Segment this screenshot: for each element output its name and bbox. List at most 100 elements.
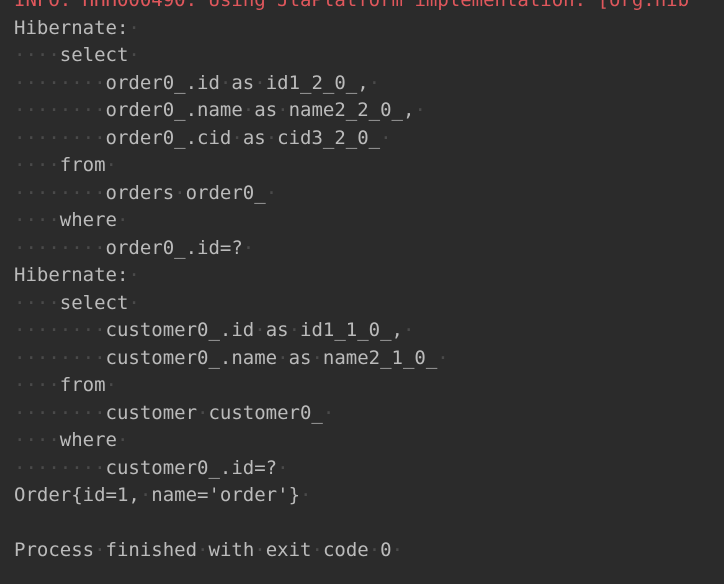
console-line: ····from· — [14, 152, 724, 180]
run-console-output[interactable]: INFO: HHH000490: Using JtaPlatform imple… — [0, 0, 724, 584]
trailing-space-dot: · — [380, 126, 392, 149]
console-line: ····select· — [14, 290, 724, 318]
text-token: order0_ — [185, 181, 266, 204]
indent-whitespace: ···· — [14, 374, 60, 396]
trailing-space-dot: · — [128, 44, 140, 66]
space-dot: · — [288, 319, 301, 341]
space-dot — [197, 0, 208, 11]
text-token: customer0_.name — [105, 346, 278, 369]
text-token: as — [265, 319, 289, 341]
text-token: customer0_.id=? — [105, 456, 278, 479]
console-line: ········order0_.name·as·name2_2_0_,· — [14, 97, 724, 125]
text-token: as — [254, 99, 278, 121]
console-line: Hibernate:· — [14, 15, 724, 43]
text-token: order0_.cid — [105, 126, 232, 149]
console-line: ········customer0_.id·as·id1_1_0_,· — [14, 317, 724, 345]
console-line: ····from· — [14, 372, 724, 400]
console-line: ········orders·order0_· — [14, 180, 724, 208]
text-token: 0 — [380, 539, 392, 561]
text-token: cid3_2_0_ — [277, 126, 381, 149]
trailing-space-dot: · — [242, 236, 255, 259]
text-token: order0_.id — [105, 71, 220, 94]
space-dot: · — [242, 99, 255, 121]
text-token: as — [288, 346, 312, 369]
indent-whitespace: ········ — [14, 99, 106, 121]
text-token: customer0_ — [208, 401, 323, 424]
space-dot: · — [94, 539, 106, 561]
text-token: Hibernate: — [14, 264, 129, 286]
text-token: JtaPlatform — [277, 0, 403, 11]
text-token: Using — [208, 0, 266, 11]
text-token: name2_2_0_, — [288, 99, 415, 121]
text-token: Hibernate: — [14, 16, 129, 39]
console-line: ········order0_.id·as·id1_2_0_,· — [14, 70, 724, 98]
text-token: INFO: — [14, 0, 72, 11]
space-dot: · — [277, 346, 289, 369]
trailing-space-dot: · — [105, 154, 117, 176]
trailing-space-dot: · — [368, 71, 381, 94]
indent-whitespace: ···· — [14, 44, 60, 66]
indent-whitespace: ········ — [14, 126, 106, 149]
indent-whitespace: ········ — [14, 236, 106, 259]
trailing-space-dot: · — [322, 401, 335, 424]
trailing-space-dot: · — [105, 374, 117, 396]
trailing-space-dot: · — [128, 264, 140, 286]
space-dot: · — [174, 181, 186, 204]
text-token: implementation: — [414, 0, 587, 11]
text-token: exit — [265, 539, 312, 561]
text-token: id1_1_0_, — [300, 319, 403, 341]
text-token: from — [59, 374, 106, 396]
trailing-space-dot: · — [437, 346, 449, 369]
text-token: order0_.id=? — [105, 236, 243, 259]
text-token: as — [242, 126, 266, 149]
text-token: code — [322, 539, 369, 561]
trailing-space-dot: · — [414, 99, 426, 121]
text-token: name='order'} — [151, 484, 301, 506]
space-dot: · — [254, 319, 266, 341]
console-line: ········customer·customer0_· — [14, 400, 724, 428]
indent-whitespace: ········ — [14, 71, 106, 94]
trailing-space-dot: · — [265, 181, 278, 204]
trailing-space-dot: · — [300, 484, 312, 506]
indent-whitespace: ········ — [14, 346, 106, 369]
trailing-space-dot: · — [128, 291, 140, 314]
space-dot: · — [231, 126, 243, 149]
space-dot: · — [368, 539, 381, 561]
text-token: as — [231, 71, 255, 94]
text-token: with — [208, 539, 255, 561]
console-info-line: INFO: HHH000490: Using JtaPlatform imple… — [14, 0, 724, 15]
text-token: Process — [14, 539, 95, 561]
space-dot: · — [139, 484, 152, 506]
text-token: where — [59, 209, 117, 231]
space-dot — [266, 0, 277, 11]
indent-whitespace: ········ — [14, 456, 106, 479]
console-line: ········order0_.cid·as·cid3_2_0_· — [14, 125, 724, 153]
text-token: orders — [105, 181, 175, 204]
console-line: ········order0_.id=?· — [14, 235, 724, 263]
indent-whitespace: ········ — [14, 401, 106, 424]
text-token: customer0_.id — [105, 319, 255, 341]
trailing-space-dot: · — [391, 539, 404, 561]
text-token: name2_1_0_ — [322, 346, 438, 369]
space-dot: · — [265, 126, 278, 149]
space-dot: · — [197, 539, 209, 561]
trailing-space-dot: · — [128, 16, 140, 39]
space-dot — [71, 0, 82, 11]
trailing-space-dot: · — [402, 319, 415, 341]
text-token: select — [59, 44, 129, 66]
text-token: from — [59, 154, 106, 176]
console-lines: INFO: HHH000490: Using JtaPlatform imple… — [14, 0, 724, 565]
text-token: customer — [105, 401, 198, 424]
text-token: HHH000490: — [82, 0, 198, 11]
indent-whitespace: ········ — [14, 181, 106, 204]
text-token: where — [59, 429, 117, 451]
indent-whitespace: ········ — [14, 319, 106, 341]
indent-whitespace: ···· — [14, 429, 60, 451]
console-line: ····where· — [14, 427, 724, 455]
space-dot — [403, 0, 414, 11]
text-token: [org.hib — [597, 0, 690, 11]
space-dot: · — [311, 346, 323, 369]
space-dot: · — [277, 99, 289, 121]
space-dot: · — [219, 71, 232, 94]
